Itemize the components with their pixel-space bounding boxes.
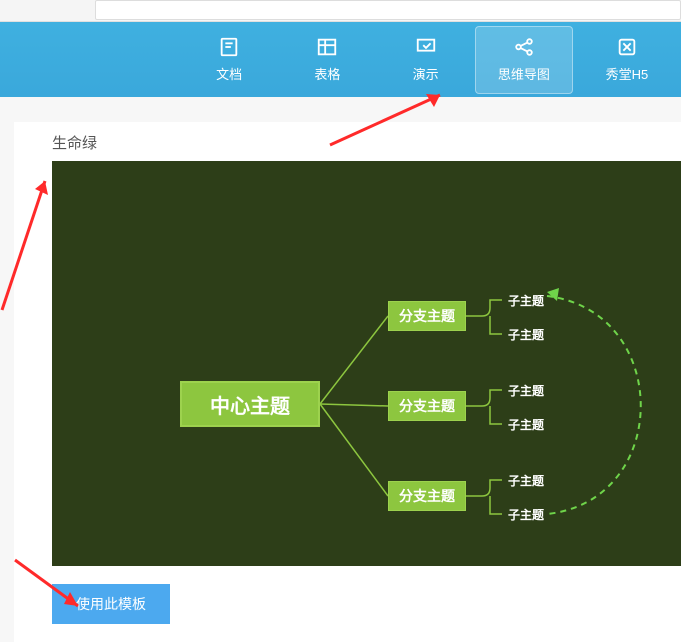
nav-label: 演示 [413,64,439,83]
nav-item-presentation[interactable]: 演示 [376,26,474,94]
mindmap-preview[interactable]: 中心主题 分支主题 分支主题 分支主题 子主题 子主题 子主题 子主题 子主题 … [52,161,681,566]
mindmap-branch-node: 分支主题 [388,391,466,421]
search-input[interactable] [95,0,681,20]
mindmap-connectors [52,161,681,566]
mindmap-sub-node: 子主题 [508,382,544,399]
document-icon [218,36,240,58]
mindmap-sub-node: 子主题 [508,506,544,523]
mindmap-icon [513,36,535,58]
top-search-area [0,0,681,22]
nav-label: 思维导图 [498,64,550,83]
nav-label: 表格 [314,64,340,83]
h5-icon [616,36,638,58]
mindmap-center-node: 中心主题 [180,381,320,427]
nav-label: 秀堂H5 [606,64,649,83]
content-area: 生命绿 中心主题 分支主题 分支主题 分支主题 子主题 [0,97,681,642]
mindmap-sub-node: 子主题 [508,416,544,433]
nav-item-document[interactable]: 文档 [180,26,278,94]
use-template-button[interactable]: 使用此模板 [52,584,170,624]
mindmap-sub-node: 子主题 [508,292,544,309]
nav-item-mindmap[interactable]: 思维导图 [475,26,573,94]
nav-item-h5[interactable]: 秀堂H5 [573,26,681,94]
nav-label: 文档 [216,64,242,83]
spreadsheet-icon [316,36,338,58]
presentation-icon [415,36,437,58]
mindmap-sub-node: 子主题 [508,326,544,343]
nav-item-spreadsheet[interactable]: 表格 [278,26,376,94]
nav-bar: 文档 表格 演示 思维导图 秀堂H5 [0,22,681,97]
template-card: 生命绿 中心主题 分支主题 分支主题 分支主题 子主题 [14,122,681,642]
mindmap-branch-node: 分支主题 [388,481,466,511]
mindmap-branch-node: 分支主题 [388,301,466,331]
mindmap-sub-node: 子主题 [508,472,544,489]
template-title: 生命绿 [14,132,681,161]
